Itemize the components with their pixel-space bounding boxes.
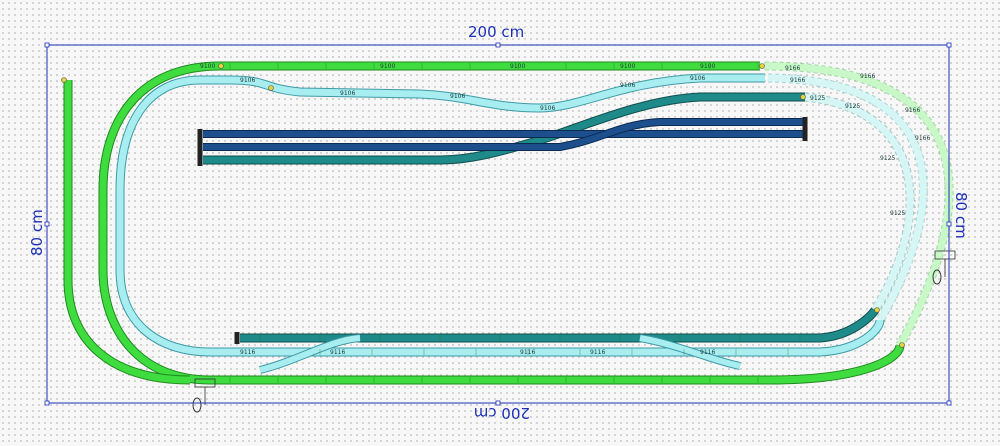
track-label: 9166 [905, 107, 920, 114]
track-label: 9125 [810, 95, 825, 102]
track-plan-canvas: 9100 9100 9100 9100 910091069106 910691069106… [44, 42, 956, 413]
planned-inner-curve [804, 92, 915, 313]
track-label: 9166 [790, 77, 805, 84]
dimension-label-left: 80 cm [28, 209, 46, 256]
track-label: 9166 [860, 73, 875, 80]
planned-middle-curve [767, 73, 928, 323]
outer-loop-track-bed [99, 62, 904, 384]
frame-handle [946, 400, 952, 406]
track-label: 9106 [450, 93, 465, 100]
signal-marker [268, 85, 274, 91]
track-label: 9166 [785, 65, 800, 72]
dimension-label-top: 200 cm [468, 23, 525, 41]
dimension-label-bottom: 200 cm [473, 404, 530, 422]
track-label: 9106 [690, 75, 705, 82]
frame-handle [946, 42, 952, 48]
signal-marker [800, 94, 806, 100]
track-label: 9100 [700, 63, 715, 70]
dimension-label-right: 80 cm [952, 192, 970, 239]
track-label: 9125 [845, 103, 860, 110]
frame-handle [495, 42, 501, 48]
frame-handle [44, 42, 50, 48]
signal-marker [899, 342, 905, 348]
track-label: 9106 [540, 105, 555, 112]
planned-middle-curve-bed [767, 74, 927, 322]
accessory-layer [61, 63, 956, 413]
track-label: 9100 [380, 63, 395, 70]
track-label: 9125 [880, 155, 895, 162]
outer-loop-track [98, 61, 905, 385]
planned-inner-curve-bed [804, 93, 914, 312]
frame-handle [44, 400, 50, 406]
track-layer [63, 61, 905, 385]
track-label: 9100 [200, 63, 215, 70]
track-label: 9116 [700, 349, 715, 356]
track-label: 9116 [590, 349, 605, 356]
signal-marker [61, 77, 67, 83]
track-label: 9116 [330, 349, 345, 356]
track-label: 9106 [340, 90, 355, 97]
track-label: 9116 [240, 349, 255, 356]
signal-marker [874, 307, 880, 313]
track-label: 9106 [620, 82, 635, 89]
outer-loop-track-edge [98, 61, 905, 385]
switch-motor-coil [192, 397, 202, 413]
signal-marker [759, 63, 765, 69]
frame-handle [946, 221, 952, 227]
inner-lower-siding-track [240, 307, 879, 343]
inner-lower-siding-track-edge [240, 307, 879, 343]
signal-marker [218, 63, 224, 69]
track-label: 9106 [240, 77, 255, 84]
track-label: 9125 [890, 210, 905, 217]
track-label: 9100 [620, 63, 635, 70]
track-label: 9166 [915, 135, 930, 142]
